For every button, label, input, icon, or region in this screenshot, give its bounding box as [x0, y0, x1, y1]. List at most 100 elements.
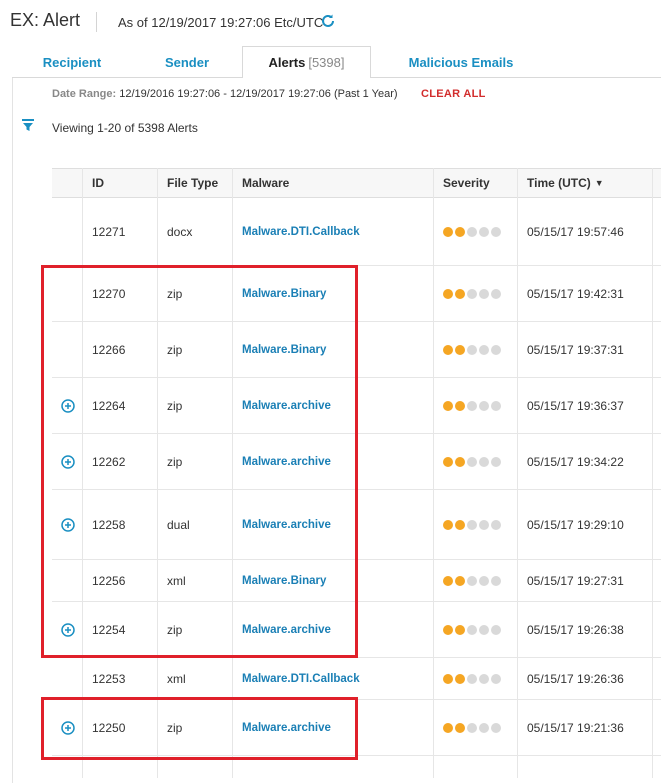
severity-dot	[467, 226, 477, 237]
table-row[interactable]: 12258 dual Malware.archive 05/15/17 19:29:1…	[52, 490, 661, 560]
severity-dot	[443, 722, 453, 733]
alert-id: 12271	[92, 224, 126, 239]
expand-plus-icon[interactable]	[61, 517, 75, 532]
table-row[interactable]: 12254 zip Malware.archive 05/15/17 19:26:38	[52, 602, 661, 658]
table-row[interactable]: 12250 zip Malware.archive 05/15/17 19:21:36	[52, 700, 661, 756]
malware-link[interactable]: Malware.archive	[232, 434, 331, 489]
expand-cell	[52, 198, 61, 265]
table-row[interactable]: 12271 docx Malware.DTI.Callback 05/15/17 19…	[52, 198, 661, 266]
expand-cell	[52, 560, 61, 601]
malware-link[interactable]: Malware.archive	[232, 700, 331, 755]
tab-sender[interactable]: Sender	[132, 46, 242, 78]
expand-plus-icon[interactable]	[61, 398, 75, 413]
severity-dot	[467, 722, 477, 733]
table-row[interactable]: 12270 zip Malware.Binary 05/15/17 19:42:31	[52, 266, 661, 322]
severity-dot	[443, 575, 453, 586]
header-divider	[96, 12, 97, 32]
severity-dots	[443, 400, 501, 411]
table-row[interactable]: 12256 xml Malware.Binary 05/15/17 19:27:31	[52, 560, 661, 602]
severity-indicator	[433, 322, 501, 377]
header-label: Time (UTC)	[527, 176, 591, 190]
severity-dot	[455, 519, 465, 530]
tab-recipient[interactable]: Recipient	[12, 46, 132, 78]
table-header: ID File Type Malware Severity Time (UTC) ▼	[52, 168, 661, 198]
severity-dot	[455, 575, 465, 586]
column-divider	[157, 168, 158, 778]
expand-cell	[52, 490, 75, 559]
severity-dots	[443, 624, 501, 635]
tab-label: Sender	[164, 54, 210, 70]
alert-time: 05/15/17 19:34:22	[527, 454, 624, 469]
alert-time: 05/15/17 19:21:36	[527, 720, 624, 735]
expand-plus-icon[interactable]	[61, 622, 75, 637]
severity-dot	[443, 519, 453, 530]
table-row[interactable]: 12264 zip Malware.archive 05/15/17 19:36:37	[52, 378, 661, 434]
malware-link[interactable]: Malware.DTI.Callback	[232, 198, 360, 265]
severity-dot	[479, 344, 489, 355]
alert-id: 12256	[92, 573, 126, 588]
alert-time: 05/15/17 19:29:10	[527, 517, 624, 532]
sort-desc-icon[interactable]: ▼	[595, 169, 604, 197]
malware-link[interactable]: Malware.archive	[232, 490, 331, 559]
severity-dot	[467, 456, 477, 467]
severity-dot	[491, 575, 501, 586]
refresh-icon[interactable]	[320, 13, 336, 29]
alert-id: 12264	[92, 398, 126, 413]
viewing-count: Viewing 1-20 of 5398 Alerts	[52, 121, 198, 135]
severity-dot	[491, 226, 501, 237]
severity-dot	[491, 344, 501, 355]
severity-dot	[443, 288, 453, 299]
file-type: zip	[167, 622, 183, 637]
malware-link[interactable]: Malware.Binary	[232, 322, 326, 377]
malware-link[interactable]: Malware.Binary	[232, 560, 326, 601]
expand-cell	[52, 322, 61, 377]
header-label: ID	[92, 176, 104, 190]
expand-cell	[52, 602, 75, 657]
severity-indicator	[433, 198, 501, 265]
severity-dot	[491, 400, 501, 411]
severity-dot	[455, 722, 465, 733]
as-of-timestamp: As of 12/19/2017 19:27:06 Etc/UTC	[118, 15, 324, 30]
alert-id: 12262	[92, 454, 126, 469]
file-type: zip	[167, 720, 183, 735]
alert-id: 12254	[92, 622, 126, 637]
severity-indicator	[433, 378, 501, 433]
file-type: xml	[167, 573, 186, 588]
date-range-label: Date Range:	[52, 88, 117, 100]
col-severity-header: Severity	[433, 169, 490, 197]
page-title: EX: Alert	[10, 10, 81, 30]
malware-link[interactable]: Malware.Binary	[232, 266, 326, 321]
alert-id: 12266	[92, 342, 126, 357]
file-type: zip	[167, 342, 183, 357]
table-row[interactable]: 12266 zip Malware.Binary 05/15/17 19:37:31	[52, 322, 661, 378]
tab-malicious-emails[interactable]: Malicious Emails	[371, 46, 551, 78]
severity-dot	[467, 575, 477, 586]
severity-dot	[443, 624, 453, 635]
expand-plus-icon[interactable]	[61, 720, 75, 735]
col-time-header[interactable]: Time (UTC) ▼	[517, 169, 604, 197]
alert-id: 12250	[92, 720, 126, 735]
malware-link[interactable]: Malware.archive	[232, 378, 331, 433]
header-label: Severity	[443, 176, 490, 190]
alert-time: 05/15/17 19:26:36	[527, 671, 624, 686]
column-divider	[517, 168, 518, 778]
table-row[interactable]: 12262 zip Malware.archive 05/15/17 19:34:22	[52, 434, 661, 490]
tab-alerts[interactable]: Alerts [5398]	[242, 46, 371, 79]
severity-indicator	[433, 658, 501, 699]
alert-id: 12258	[92, 517, 126, 532]
malware-link[interactable]: Malware.DTI.Callback	[232, 658, 360, 699]
severity-dot	[479, 519, 489, 530]
severity-dot	[443, 400, 453, 411]
filter-icon[interactable]	[21, 118, 35, 132]
severity-dot	[467, 519, 477, 530]
alert-id: 12270	[92, 286, 126, 301]
expand-plus-icon[interactable]	[61, 454, 75, 469]
malware-link[interactable]: Malware.archive	[232, 602, 331, 657]
table-row[interactable]: 12253 xml Malware.DTI.Callback 05/15/17 19:…	[52, 658, 661, 700]
severity-dot	[479, 400, 489, 411]
date-range: Date Range: 12/19/2016 19:27:06 - 12/19/…	[52, 88, 398, 100]
clear-all-button[interactable]: CLEAR ALL	[421, 88, 486, 100]
tab-label: Recipient	[42, 54, 102, 70]
severity-dot	[443, 344, 453, 355]
severity-dot	[467, 400, 477, 411]
